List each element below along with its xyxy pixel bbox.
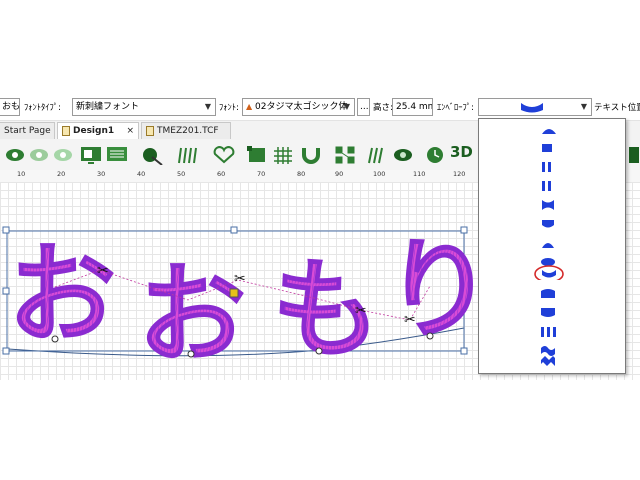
height-input[interactable]: 25.4 mm bbox=[392, 98, 433, 116]
magnet-icon[interactable] bbox=[300, 145, 322, 165]
tab-label: Design1 bbox=[73, 126, 115, 136]
font-browse-button[interactable]: ... bbox=[357, 98, 370, 116]
chevron-down-icon: ▼ bbox=[204, 102, 212, 111]
ruler-tick: 90 bbox=[335, 170, 344, 178]
envelope-control-point[interactable] bbox=[426, 332, 434, 340]
ruler-tick: 40 bbox=[137, 170, 146, 178]
design-letter[interactable]: り bbox=[384, 227, 494, 354]
design-letter[interactable]: お bbox=[137, 252, 247, 379]
show-hide-icon[interactable] bbox=[28, 145, 50, 165]
color-icon[interactable] bbox=[628, 145, 640, 165]
ruler-tick: 10 bbox=[17, 170, 26, 178]
start-point-marker[interactable] bbox=[229, 288, 239, 298]
grid-icon[interactable] bbox=[272, 145, 294, 165]
ruler-tick: 30 bbox=[97, 170, 106, 178]
font-label: ﾌｫﾝﾄ: bbox=[219, 103, 239, 113]
document-icon bbox=[146, 125, 154, 136]
envelope-control-point[interactable] bbox=[51, 335, 59, 343]
font-dropdown[interactable]: ▲ 02タジマ太ゴシック体 ▼ bbox=[242, 98, 355, 116]
height-label: 高さ: bbox=[373, 103, 393, 113]
ruler-tick: 50 bbox=[177, 170, 186, 178]
envelope-control-point[interactable] bbox=[187, 350, 195, 358]
ruler-tick: 60 bbox=[217, 170, 226, 178]
envelope-option-bars[interactable] bbox=[479, 159, 623, 176]
chevron-down-icon: ▼ bbox=[343, 102, 351, 111]
envelope-dropdown[interactable]: ▼ bbox=[478, 98, 592, 116]
envelope-selected-icon bbox=[521, 103, 543, 113]
scissors-icon: ✂ bbox=[234, 271, 246, 287]
view-icon[interactable] bbox=[4, 145, 26, 165]
ruler-tick: 120 bbox=[453, 170, 466, 178]
grid-view-icon[interactable] bbox=[106, 145, 128, 165]
envelope-option-bars-2[interactable] bbox=[479, 178, 623, 195]
select-area-icon[interactable] bbox=[246, 145, 268, 165]
tab-start-page[interactable]: Start Page bbox=[0, 122, 55, 139]
envelope-dropdown-list[interactable] bbox=[478, 118, 626, 374]
envelope-label: ｴﾝﾍﾞﾛｰﾌﾟ: bbox=[437, 103, 474, 113]
document-icon bbox=[62, 125, 70, 136]
tab-design1[interactable]: Design1 × bbox=[57, 122, 139, 139]
envelope-option-arc-bottom[interactable] bbox=[479, 263, 623, 280]
preview-icon[interactable] bbox=[52, 145, 74, 165]
tab-label: TMEZ201.TCF bbox=[157, 126, 219, 136]
envelope-option-arch-up[interactable] bbox=[479, 304, 623, 321]
envelope-option-mound[interactable] bbox=[479, 235, 623, 252]
satin-icon[interactable] bbox=[176, 145, 198, 165]
envelope-option-arc-top[interactable] bbox=[479, 121, 623, 138]
design-view-icon[interactable] bbox=[80, 145, 102, 165]
envelope-option-arch-down[interactable] bbox=[479, 285, 623, 302]
design-letter[interactable]: お bbox=[7, 232, 117, 359]
ruler-tick: 100 bbox=[373, 170, 386, 178]
ruler-tick: 80 bbox=[297, 170, 306, 178]
envelope-option-wave[interactable] bbox=[479, 323, 623, 340]
realistic-view-icon[interactable] bbox=[392, 145, 414, 165]
text-input[interactable]: おもり bbox=[0, 98, 20, 116]
font-type-dropdown[interactable]: 新刺繍フォント ▼ bbox=[72, 98, 216, 116]
font-type-icon: ▲ bbox=[246, 102, 253, 111]
envelope-option-rectangle[interactable] bbox=[479, 140, 623, 157]
stitch-tool-icon[interactable] bbox=[140, 145, 166, 165]
ruler-tick: 70 bbox=[257, 170, 266, 178]
scissors-icon: ✂ bbox=[355, 303, 367, 319]
ruler-tick: 110 bbox=[413, 170, 426, 178]
close-icon[interactable]: × bbox=[126, 123, 134, 140]
font-type-value: 新刺繍フォント bbox=[76, 102, 140, 112]
tab-tmez201[interactable]: TMEZ201.TCF bbox=[141, 122, 231, 139]
text-position-label: テキスト位置調 bbox=[594, 103, 640, 113]
stitch-density-icon[interactable] bbox=[366, 145, 388, 165]
ruler-tick: 20 bbox=[57, 170, 66, 178]
heart-shape-icon[interactable] bbox=[212, 145, 236, 165]
scissors-icon: ✂ bbox=[404, 312, 416, 328]
tab-label: Start Page bbox=[4, 126, 51, 136]
arrange-icon[interactable] bbox=[334, 145, 356, 165]
3d-view-icon[interactable]: 3D bbox=[450, 143, 473, 161]
chevron-down-icon: ▼ bbox=[580, 102, 588, 111]
envelope-option-bulge-down[interactable] bbox=[479, 216, 623, 233]
envelope-control-point[interactable] bbox=[315, 347, 323, 355]
resize-handle[interactable] bbox=[230, 226, 238, 234]
scissors-icon: ✂ bbox=[97, 263, 109, 279]
font-type-label: ﾌｫﾝﾄﾀｲﾌﾟ: bbox=[24, 103, 61, 113]
clock-icon[interactable] bbox=[424, 145, 446, 165]
envelope-option-zigzag[interactable] bbox=[479, 354, 623, 371]
font-value: 02タジマ太ゴシック体 bbox=[255, 102, 348, 112]
envelope-option-pinched[interactable] bbox=[479, 197, 623, 214]
